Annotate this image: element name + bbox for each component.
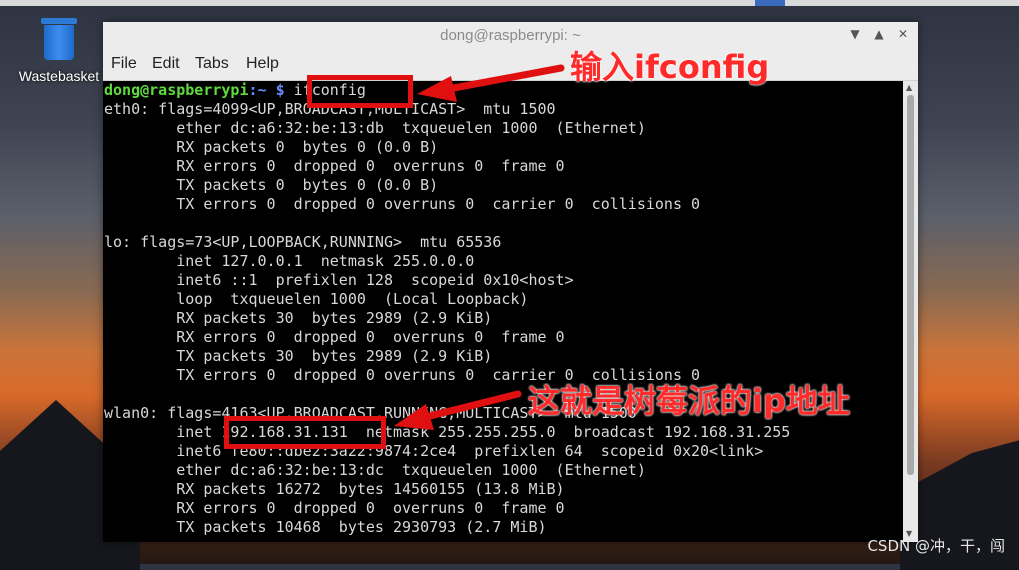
command-highlight-box	[307, 75, 413, 108]
wastebasket-shortcut[interactable]: Wastebasket	[14, 18, 104, 84]
input-ifconfig-label: 输入ifconfig	[570, 48, 770, 86]
minimize-icon[interactable]: ▼	[846, 25, 864, 43]
terminal-line: ether dc:a6:32:be:13:db txqueuelen 1000 …	[104, 119, 646, 137]
window-title: dong@raspberrypi: ~	[440, 27, 581, 44]
taskbar-app-icon[interactable]	[755, 0, 785, 6]
terminal-line: RX packets 30 bytes 2989 (2.9 KiB)	[104, 309, 493, 327]
close-icon[interactable]: ✕	[894, 25, 912, 43]
terminal-line: TX packets 30 bytes 2989 (2.9 KiB)	[104, 347, 493, 365]
terminal-line: inet6 fe80::dbe2:3a22:9874:2ce4 prefixle…	[104, 442, 764, 460]
prompt-user: dong@raspberrypi	[104, 81, 249, 99]
scrollbar-thumb[interactable]	[907, 95, 914, 475]
ip-address-label: 这就是树莓派的ip地址	[528, 382, 850, 420]
terminal-line: loop txqueuelen 1000 (Local Loopback)	[104, 290, 529, 308]
ip-highlight-box	[224, 416, 386, 449]
menu-file[interactable]: File	[111, 55, 137, 73]
csdn-watermark: CSDN @冲，干，闯	[867, 537, 1005, 555]
terminal-line: RX packets 16272 bytes 14560155 (13.8 Mi…	[104, 480, 565, 498]
terminal-line: RX errors 0 dropped 0 overruns 0 frame 0	[104, 328, 565, 346]
terminal-line: RX errors 0 dropped 0 overruns 0 frame 0	[104, 499, 565, 517]
wastebasket-label: Wastebasket	[18, 68, 100, 84]
scroll-up-icon[interactable]: ▲	[906, 83, 912, 92]
terminal-line: inet 127.0.0.1 netmask 255.0.0.0	[104, 252, 475, 270]
terminal-line: TX packets 10468 bytes 2930793 (2.7 MiB)	[104, 518, 547, 536]
terminal-line: TX errors 0 dropped 0 overruns 0 carrier…	[104, 195, 701, 213]
terminal-line: RX errors 0 dropped 0 overruns 0 frame 0	[104, 157, 565, 175]
top-taskbar	[0, 0, 1019, 6]
arrow-to-command-icon	[417, 64, 565, 102]
menu-help[interactable]: Help	[246, 55, 279, 73]
wastebasket-icon	[39, 18, 79, 62]
terminal-line: RX packets 0 bytes 0 (0.0 B)	[104, 138, 439, 156]
terminal-line: ether dc:a6:32:be:13:dc txqueuelen 1000 …	[104, 461, 646, 479]
maximize-icon[interactable]: ▲	[870, 25, 888, 43]
window-titlebar[interactable]: dong@raspberrypi: ~ ▼ ▲ ✕	[103, 22, 918, 48]
arrow-to-ip-icon	[394, 390, 522, 430]
menu-edit[interactable]: Edit	[152, 55, 180, 73]
terminal-line: inet6 ::1 prefixlen 128 scopeid 0x10<hos…	[104, 271, 574, 289]
prompt-path: :~ $	[248, 81, 294, 99]
vertical-scrollbar[interactable]: ▲ ▼	[903, 81, 918, 542]
menu-tabs[interactable]: Tabs	[195, 55, 229, 73]
terminal-output[interactable]: dong@raspberrypi:~ $ ifconfig eth0: flag…	[103, 81, 903, 542]
terminal-line: TX packets 0 bytes 0 (0.0 B)	[104, 176, 439, 194]
terminal-line: lo: flags=73<UP,LOOPBACK,RUNNING> mtu 65…	[104, 233, 502, 251]
